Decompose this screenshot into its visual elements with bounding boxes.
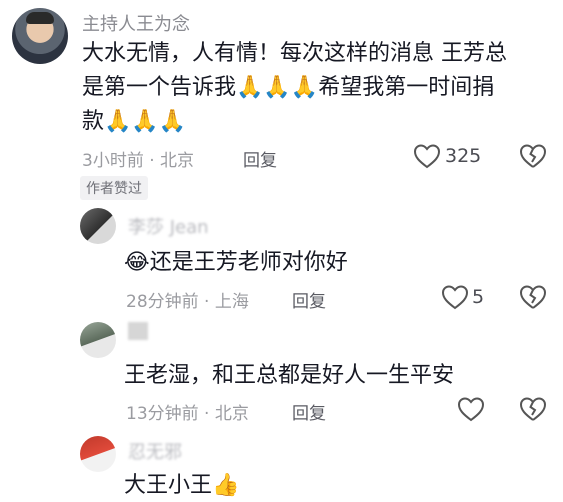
comment-text-part: 大王小王 xyxy=(124,473,213,498)
commenter-avatar[interactable] xyxy=(80,208,116,244)
like-button[interactable] xyxy=(413,143,441,173)
broken-heart-icon xyxy=(519,144,547,168)
heart-outline-icon xyxy=(413,144,441,169)
comment-username[interactable]: 忍无邪 xyxy=(128,438,182,464)
comment-text: 😂还是王芳老师对你好 xyxy=(124,247,348,279)
commenter-avatar[interactable] xyxy=(12,8,68,64)
author-liked-badge: 作者赞过 xyxy=(80,176,148,200)
broken-heart-icon xyxy=(519,397,547,421)
like-count: 325 xyxy=(445,145,482,167)
folded-hands-emoji-icon: 🙏 xyxy=(263,75,291,100)
folded-hands-emoji-icon: 🙏 xyxy=(290,75,319,100)
comment-text-part: 希望我第一时间捐 xyxy=(318,75,495,100)
heart-outline-icon xyxy=(457,397,485,422)
username-blurred-block xyxy=(128,322,148,340)
commenter-avatar[interactable] xyxy=(80,436,116,472)
comment-text-part: 还是王芳老师对你好 xyxy=(149,250,348,275)
comment-text: 大王小王👍 xyxy=(124,470,239,502)
dislike-button[interactable] xyxy=(519,284,547,314)
comment-time-location: 3小时前 · 北京 xyxy=(82,151,195,171)
dislike-button[interactable] xyxy=(519,143,547,173)
comment-time-location: 28分钟前 · 上海 xyxy=(126,292,249,312)
reply-button[interactable]: 回复 xyxy=(292,287,326,312)
like-button[interactable] xyxy=(457,396,485,426)
reply-button[interactable]: 回复 xyxy=(292,399,326,424)
folded-hands-emoji-icon: 🙏 xyxy=(131,109,159,134)
comment-time-location: 13分钟前 · 北京 xyxy=(126,404,249,424)
comment-text-line-3: 款🙏🙏🙏 xyxy=(82,106,186,138)
comment-username[interactable]: 李莎 Jean xyxy=(128,213,209,239)
folded-hands-emoji-icon: 🙏 xyxy=(236,75,264,100)
heart-outline-icon xyxy=(441,285,469,310)
like-count: 5 xyxy=(472,286,485,308)
folded-hands-emoji-icon: 🙏 xyxy=(158,109,187,134)
comment-text-part: 是第一个告诉我 xyxy=(82,75,237,100)
dislike-button[interactable] xyxy=(519,396,547,426)
commenter-avatar[interactable] xyxy=(80,322,116,358)
like-button[interactable] xyxy=(441,284,469,314)
comment-username[interactable]: 主持人王为念 xyxy=(82,10,190,36)
thumbs-up-emoji-icon: 👍 xyxy=(212,473,240,498)
comment-text-line-1: 大水无情，人有情！每次这样的消息 王芳总 xyxy=(82,41,507,66)
folded-hands-emoji-icon: 🙏 xyxy=(104,109,132,134)
comment-text: 王老湿，和王总都是好人一生平安 xyxy=(124,363,455,388)
reply-button[interactable]: 回复 xyxy=(243,146,277,171)
laughing-tears-emoji-icon: 😂 xyxy=(124,250,150,275)
comment-username[interactable] xyxy=(128,322,148,345)
comment-text-part: 款 xyxy=(82,109,105,134)
broken-heart-icon xyxy=(519,285,547,309)
comment-text-line-2: 是第一个告诉我🙏🙏🙏希望我第一时间捐 xyxy=(82,72,494,104)
